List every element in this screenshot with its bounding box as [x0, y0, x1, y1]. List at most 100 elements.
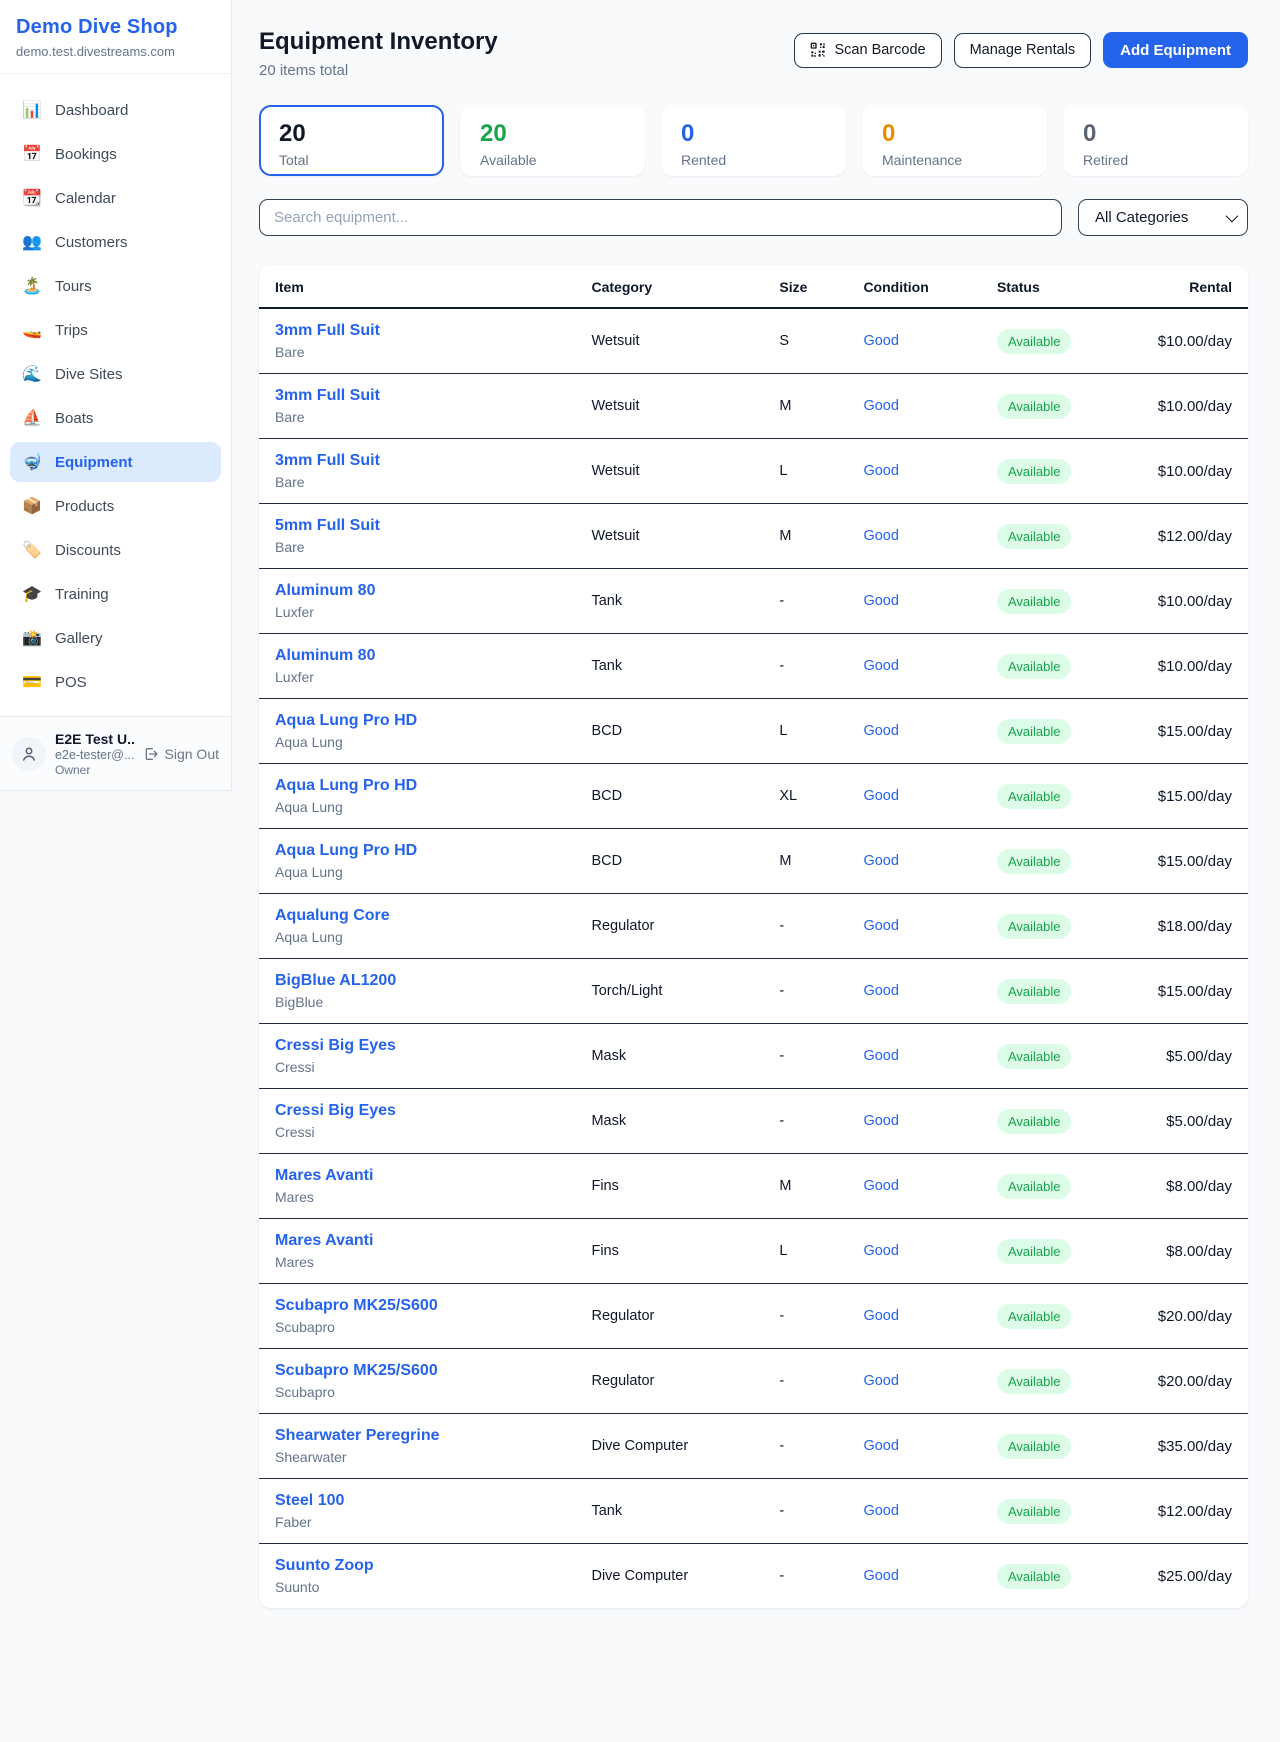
- item-name-link[interactable]: Suunto Zoop: [275, 1557, 559, 1575]
- sidebar-item-dashboard[interactable]: 📊Dashboard: [10, 90, 221, 130]
- item-condition-link[interactable]: Good: [863, 1568, 898, 1584]
- category-filter-select[interactable]: All Categories: [1078, 199, 1248, 236]
- item-brand: Aqua Lung: [275, 734, 559, 750]
- item-condition-link[interactable]: Good: [863, 1178, 898, 1194]
- table-row: Steel 100FaberTank-GoodAvailable$12.00/d…: [259, 1479, 1248, 1544]
- sidebar-item-pos[interactable]: 💳POS: [10, 662, 221, 702]
- sidebar-item-dive-sites[interactable]: 🌊Dive Sites: [10, 354, 221, 394]
- sidebar-item-equipment[interactable]: 🤿Equipment: [10, 442, 221, 482]
- add-equipment-button[interactable]: Add Equipment: [1103, 32, 1248, 68]
- page-header-titles: Equipment Inventory 20 items total: [259, 28, 498, 79]
- page-title: Equipment Inventory: [259, 28, 498, 56]
- sidebar-item-customers[interactable]: 👥 Customers: [10, 222, 221, 262]
- item-category: BCD: [575, 829, 763, 894]
- item-condition-link[interactable]: Good: [863, 463, 898, 479]
- sidebar-item-gallery[interactable]: 📸Gallery: [10, 618, 221, 658]
- search-input[interactable]: [259, 199, 1062, 236]
- item-name-link[interactable]: Aluminum 80: [275, 647, 559, 665]
- item-name-link[interactable]: 3mm Full Suit: [275, 322, 559, 340]
- item-brand: Shearwater: [275, 1449, 559, 1465]
- sidebar-item-tours[interactable]: 🏝️Tours: [10, 266, 221, 306]
- sign-out-label: Sign Out: [165, 746, 219, 762]
- item-name-link[interactable]: Cressi Big Eyes: [275, 1037, 559, 1055]
- item-size: -: [763, 1544, 847, 1609]
- sidebar-item-label: Customers: [55, 234, 128, 251]
- item-rental-rate: $12.00/day: [1124, 1479, 1248, 1544]
- item-name-link[interactable]: Cressi Big Eyes: [275, 1102, 559, 1120]
- stat-card-rented[interactable]: 0Rented: [661, 105, 846, 176]
- manage-rentals-button[interactable]: Manage Rentals: [954, 33, 1092, 68]
- sidebar-item-trips[interactable]: 🚤Trips: [10, 310, 221, 350]
- item-condition-link[interactable]: Good: [863, 593, 898, 609]
- stat-card-maintenance[interactable]: 0Maintenance: [862, 105, 1047, 176]
- item-name-link[interactable]: Aluminum 80: [275, 582, 559, 600]
- item-condition-link[interactable]: Good: [863, 1438, 898, 1454]
- table-row: Aqua Lung Pro HDAqua LungBCDXLGoodAvaila…: [259, 764, 1248, 829]
- item-condition-link[interactable]: Good: [863, 1048, 898, 1064]
- item-name-link[interactable]: Aqua Lung Pro HD: [275, 777, 559, 795]
- item-size: M: [763, 1154, 847, 1219]
- sidebar-item-calendar[interactable]: 📆Calendar: [10, 178, 221, 218]
- item-condition-link[interactable]: Good: [863, 788, 898, 804]
- sign-out-button[interactable]: Sign Out: [143, 746, 219, 762]
- item-condition-link[interactable]: Good: [863, 658, 898, 674]
- dive-sites-icon: 🌊: [22, 364, 42, 384]
- user-role: Owner: [55, 763, 134, 777]
- sidebar-item-products[interactable]: 📦Products: [10, 486, 221, 526]
- item-condition-link[interactable]: Good: [863, 1503, 898, 1519]
- item-condition-link[interactable]: Good: [863, 1243, 898, 1259]
- item-condition-link[interactable]: Good: [863, 983, 898, 999]
- stat-card-retired[interactable]: 0Retired: [1063, 105, 1248, 176]
- stat-card-total[interactable]: 20Total: [259, 105, 444, 176]
- item-name-link[interactable]: Steel 100: [275, 1492, 559, 1510]
- chevron-down-icon: [1226, 210, 1239, 223]
- sidebar-item-label: Tours: [55, 278, 92, 295]
- item-condition-link[interactable]: Good: [863, 528, 898, 544]
- item-name-link[interactable]: Aqua Lung Pro HD: [275, 712, 559, 730]
- sidebar-item-discounts[interactable]: 🏷️Discounts: [10, 530, 221, 570]
- user-footer: E2E Test U... e2e-tester@... Owner Sign …: [0, 716, 231, 790]
- brand-name[interactable]: Demo Dive Shop: [16, 16, 215, 39]
- item-rental-rate: $10.00/day: [1124, 374, 1248, 439]
- customers-icon: 👥: [22, 232, 42, 252]
- stat-card-available[interactable]: 20Available: [460, 105, 645, 176]
- item-size: -: [763, 569, 847, 634]
- item-name-link[interactable]: Scubapro MK25/S600: [275, 1362, 559, 1380]
- column-header-condition: Condition: [847, 265, 981, 308]
- item-rental-rate: $15.00/day: [1124, 764, 1248, 829]
- item-size: M: [763, 829, 847, 894]
- item-name-link[interactable]: Scubapro MK25/S600: [275, 1297, 559, 1315]
- table-row: BigBlue AL1200BigBlueTorch/Light-GoodAva…: [259, 959, 1248, 1024]
- status-badge: Available: [997, 1239, 1072, 1264]
- item-condition-link[interactable]: Good: [863, 853, 898, 869]
- item-condition-link[interactable]: Good: [863, 333, 898, 349]
- item-category: Wetsuit: [575, 308, 763, 374]
- item-category: Torch/Light: [575, 959, 763, 1024]
- status-badge: Available: [997, 1369, 1072, 1394]
- item-name-link[interactable]: Mares Avanti: [275, 1232, 559, 1250]
- item-category: Fins: [575, 1219, 763, 1284]
- item-name-link[interactable]: Shearwater Peregrine: [275, 1427, 559, 1445]
- scan-barcode-button[interactable]: Scan Barcode: [794, 33, 941, 68]
- item-rental-rate: $15.00/day: [1124, 959, 1248, 1024]
- item-size: XL: [763, 764, 847, 829]
- item-category: Mask: [575, 1024, 763, 1089]
- item-name-link[interactable]: Aqualung Core: [275, 907, 559, 925]
- item-rental-rate: $10.00/day: [1124, 569, 1248, 634]
- sidebar-item-training[interactable]: 🎓Training: [10, 574, 221, 614]
- item-name-link[interactable]: 3mm Full Suit: [275, 452, 559, 470]
- item-name-link[interactable]: Aqua Lung Pro HD: [275, 842, 559, 860]
- sidebar-item-bookings[interactable]: 📅Bookings: [10, 134, 221, 174]
- sidebar-item-boats[interactable]: ⛵Boats: [10, 398, 221, 438]
- item-condition-link[interactable]: Good: [863, 723, 898, 739]
- item-name-link[interactable]: 3mm Full Suit: [275, 387, 559, 405]
- item-name-link[interactable]: 5mm Full Suit: [275, 517, 559, 535]
- item-condition-link[interactable]: Good: [863, 1373, 898, 1389]
- item-condition-link[interactable]: Good: [863, 1308, 898, 1324]
- item-name-link[interactable]: BigBlue AL1200: [275, 972, 559, 990]
- item-condition-link[interactable]: Good: [863, 398, 898, 414]
- item-condition-link[interactable]: Good: [863, 1113, 898, 1129]
- item-name-link[interactable]: Mares Avanti: [275, 1167, 559, 1185]
- stat-label: Maintenance: [882, 152, 1027, 168]
- item-condition-link[interactable]: Good: [863, 918, 898, 934]
